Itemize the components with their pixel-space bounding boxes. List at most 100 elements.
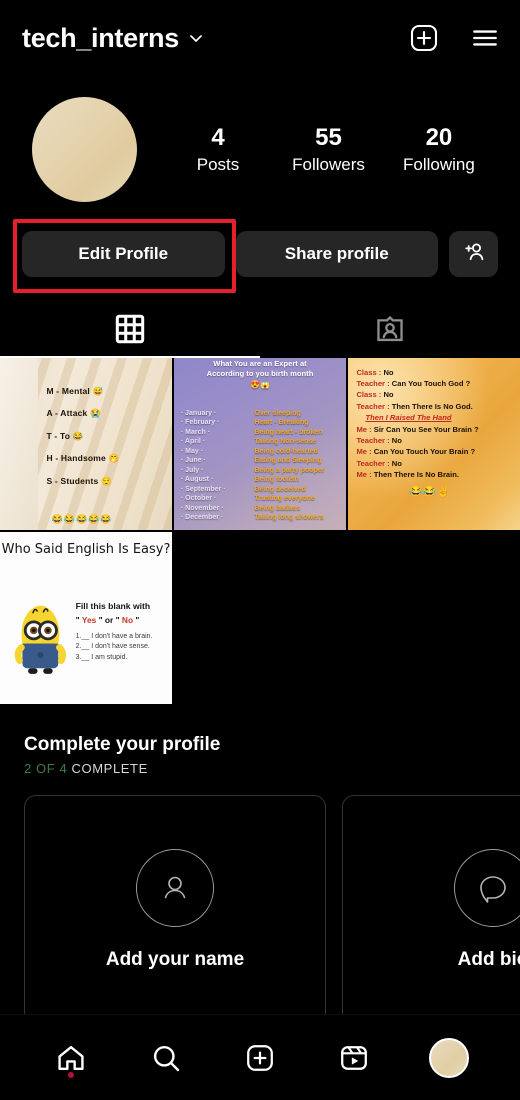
post2-month: · May · <box>180 447 204 455</box>
post2-row: · May · Being cold-hearted <box>181 448 341 455</box>
post2-row: · June · Eating and Sleeping <box>181 457 341 464</box>
stat-posts[interactable]: 4 Posts <box>182 123 254 175</box>
post3-emojis: 😂😂✌ <box>409 485 451 498</box>
add-name-label: Add your name <box>105 949 245 970</box>
post3-text: Can You Touch God ? <box>391 378 471 388</box>
profile-stats: 4 Posts 55 Followers 20 Following <box>137 123 498 175</box>
posts-count: 4 <box>211 124 225 151</box>
username-dropdown[interactable]: tech_interns <box>22 23 204 54</box>
following-count: 20 <box>425 124 453 151</box>
post2-month: · March · <box>180 428 211 436</box>
edit-profile-button[interactable]: Edit Profile <box>22 231 225 277</box>
post4-list-item: 1.__ I don't have a brain. <box>75 632 153 640</box>
post2-value: Being heart - broken <box>254 428 323 436</box>
post2-row: · January · Over sleeping <box>181 410 341 417</box>
post2-value: Talking Non-sense <box>254 438 317 446</box>
post2-row: · July · Being a party pooper <box>181 467 341 474</box>
instagram-profile-screen: tech_interns 4 Posts 55 Followers 20 Fol… <box>0 0 520 1100</box>
post1-line: H - Handsome 🤭 <box>46 453 120 464</box>
post3-text: Can You Touch Your Brain ? <box>373 447 476 457</box>
post4-quote-no: No <box>121 614 134 625</box>
followers-label: Followers <box>292 155 365 174</box>
post1-line: A - Attack 😭 <box>46 408 101 419</box>
complete-profile-progress: 2 OF 4 COMPLETE <box>24 761 520 776</box>
person-add-icon <box>462 240 486 269</box>
chevron-down-icon <box>188 30 204 46</box>
post3-speaker: Class : <box>356 390 384 400</box>
nav-home[interactable] <box>43 1030 99 1086</box>
post2-value: Being badass <box>254 504 300 512</box>
stat-followers[interactable]: 55 Followers <box>292 123 365 175</box>
tagged-person-icon <box>375 314 405 349</box>
following-label: Following <box>403 155 475 174</box>
nav-reels[interactable] <box>326 1030 382 1086</box>
avatar[interactable] <box>32 96 137 202</box>
add-bio-card[interactable]: Add bio <box>342 795 520 1025</box>
post3-text: No <box>391 458 402 468</box>
post3-speaker: Me : <box>356 470 374 480</box>
nav-create[interactable] <box>232 1030 288 1086</box>
post2-header: What You are an Expert at According to y… <box>174 359 346 390</box>
post3-line: Class : No <box>351 367 520 378</box>
stat-following[interactable]: 20 Following <box>403 123 475 175</box>
post3-speaker: Class : <box>356 367 384 377</box>
post3-line: Me : Then There Is No Brain. <box>351 469 520 480</box>
post-tile[interactable]: What You are an Expert at According to y… <box>174 358 346 530</box>
share-profile-button[interactable]: Share profile <box>235 231 438 277</box>
username-label: tech_interns <box>22 22 179 53</box>
plus-square-icon[interactable] <box>410 24 438 52</box>
post2-month: · January · <box>180 409 217 417</box>
post1-emojis: 😂😂😂😂😂 <box>51 514 113 524</box>
progress-count: 2 OF 4 <box>24 761 68 776</box>
post3-line: Me : Sir Can You See Your Brain ? <box>351 424 520 435</box>
minion-illustration <box>14 605 67 674</box>
post3-speaker: Teacher : <box>356 401 392 411</box>
post2-subtitle: According to you birth month <box>206 368 314 378</box>
post2-month: · August · <box>180 476 214 484</box>
search-icon <box>153 1045 179 1071</box>
post3-line: Teacher : No <box>351 458 520 469</box>
grid-tab[interactable] <box>0 304 260 358</box>
post3-middle: Then I Raised The Hand <box>365 413 452 423</box>
post2-value: Being deceived <box>254 485 306 493</box>
nav-profile[interactable] <box>421 1030 477 1086</box>
post3-text: Sir Can You See Your Brain ? <box>373 424 479 434</box>
post2-value: Being cold-hearted <box>254 447 318 455</box>
nav-search[interactable] <box>138 1030 194 1086</box>
post-birth-month: What You are an Expert at According to y… <box>174 358 346 530</box>
post3-speaker: Me : <box>356 424 374 434</box>
post2-rows: · January · Over sleeping · February · Hea… <box>181 410 341 524</box>
post2-value: Trusting everyone <box>254 495 315 503</box>
followers-count: 55 <box>315 124 342 151</box>
post3-speaker: Teacher : <box>356 378 392 388</box>
post2-month: · November · <box>180 504 224 512</box>
plus-square-icon <box>247 1044 273 1071</box>
add-people-button[interactable] <box>449 231 498 277</box>
add-name-card[interactable]: Add your name <box>24 795 326 1025</box>
post3-text: No <box>383 390 394 400</box>
post3-line: Teacher : Can You Touch God ? <box>351 378 520 389</box>
add-bio-label: Add bio <box>457 949 520 970</box>
post3-text: No <box>383 367 394 377</box>
post1-line: M - Mental 😅 <box>46 385 104 396</box>
post-tile[interactable]: Class : No Teacher : Can You Touch God ?… <box>348 358 520 530</box>
post-tile[interactable]: M - Mental 😅 A - Attack 😭 T - To 😂 H - H… <box>0 358 172 530</box>
post3-text: No <box>391 435 402 445</box>
post-tile[interactable]: Who Said English Is Easy? Fill this blan… <box>0 532 172 704</box>
post3-line: Teacher : No <box>351 435 520 446</box>
post3-speaker: Teacher : <box>356 435 392 445</box>
posts-grid: M - Mental 😅 A - Attack 😭 T - To 😂 H - H… <box>0 358 520 704</box>
hamburger-menu-icon[interactable] <box>470 23 500 53</box>
post2-row: · November · Being badass <box>181 505 341 512</box>
tagged-tab[interactable] <box>260 304 520 358</box>
post2-value: Taking long showers <box>254 514 324 522</box>
post4-quote: " Yes " or " No " <box>76 615 167 625</box>
post4-list-item: 2.__ I don't have sense. <box>75 643 150 651</box>
post2-row: · February · Heart - Breaking <box>181 419 341 426</box>
post4-quote-post: " <box>133 614 140 625</box>
post2-row: · September · Being deceived <box>181 486 341 493</box>
speech-bubble-icon <box>454 849 520 927</box>
post3-lines: Class : No Teacher : Can You Touch God ?… <box>351 367 520 498</box>
post4-body: Fill this blank with " Yes " or " No " 1… <box>76 601 167 664</box>
post2-row: · August · Being foolish <box>181 476 341 483</box>
